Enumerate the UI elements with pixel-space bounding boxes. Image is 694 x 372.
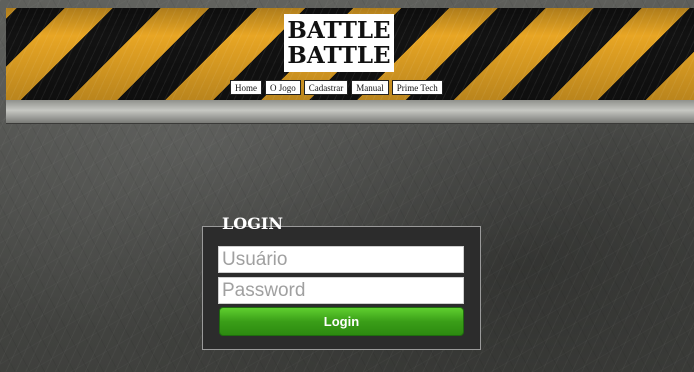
- nav-prime-tech[interactable]: Prime Tech: [391, 80, 443, 95]
- login-title: LOGIN: [222, 214, 283, 233]
- nav-o-jogo[interactable]: O Jogo: [265, 80, 301, 95]
- login-button[interactable]: Login: [219, 307, 464, 336]
- logo-line-2: BATTLE: [287, 42, 391, 69]
- nav-manual[interactable]: Manual: [351, 80, 389, 95]
- main-nav: Home O Jogo Cadastrar Manual Prime Tech: [230, 80, 443, 95]
- nav-cadastrar[interactable]: Cadastrar: [303, 80, 349, 95]
- metal-header-rail: [6, 100, 694, 124]
- username-input[interactable]: [218, 246, 464, 273]
- battle-logo[interactable]: BATTLE BATTLE: [284, 14, 394, 72]
- password-input[interactable]: [218, 277, 464, 304]
- logo-line-1: BATTLE: [287, 17, 391, 44]
- nav-home[interactable]: Home: [230, 80, 262, 95]
